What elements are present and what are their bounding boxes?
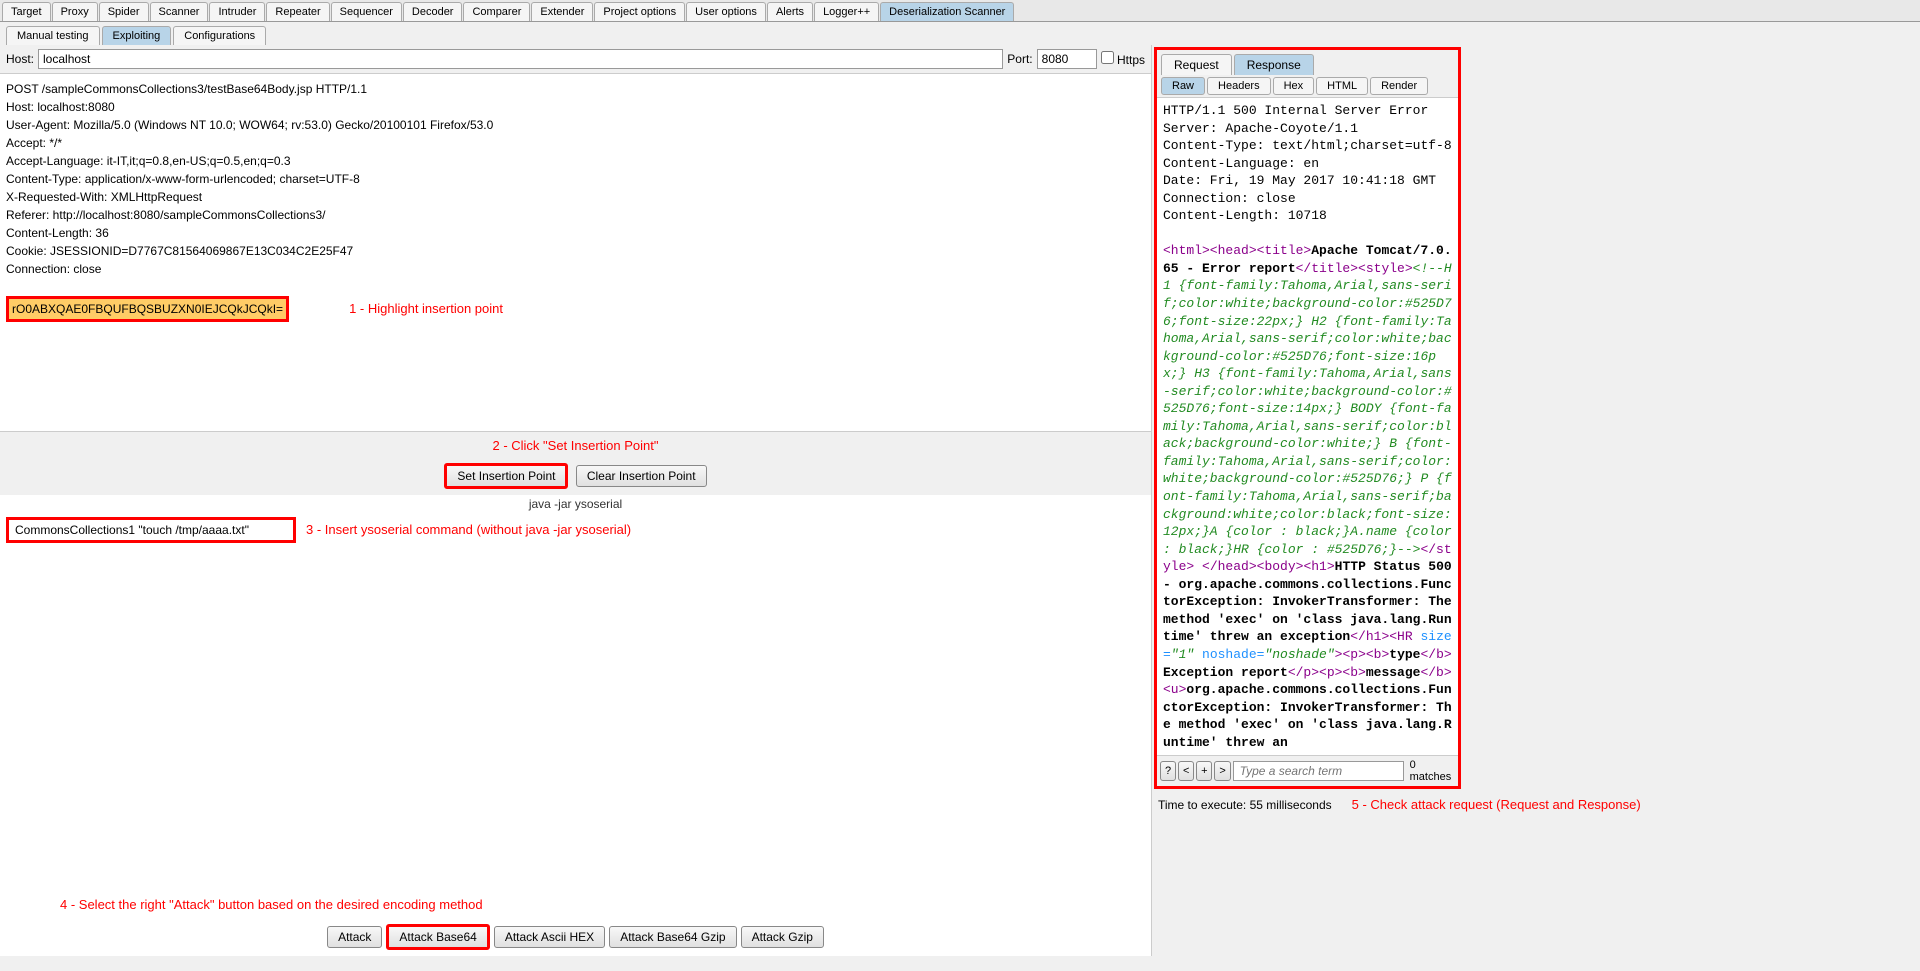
view-tab-headers[interactable]: Headers	[1207, 77, 1271, 95]
annotation-5: 5 - Check attack request (Request and Re…	[1352, 797, 1641, 812]
response-body[interactable]: HTTP/1.1 500 Internal Server Error Serve…	[1157, 98, 1458, 755]
https-checkbox-label[interactable]: Https	[1101, 51, 1145, 67]
search-next-button[interactable]: >	[1214, 761, 1230, 781]
ysoserial-label: java -jar ysoserial	[0, 495, 1151, 513]
search-add-button[interactable]: +	[1196, 761, 1212, 781]
annotation-4: 4 - Select the right "Attack" button bas…	[0, 891, 1151, 918]
view-tabs: RawHeadersHexHTMLRender	[1157, 75, 1458, 98]
main-tab-intruder[interactable]: Intruder	[209, 2, 265, 21]
host-input[interactable]	[38, 49, 1003, 69]
request-response-tabs: RequestResponse	[1157, 50, 1458, 75]
insertion-button-row: 2 - Click "Set Insertion Point" Set Inse…	[0, 431, 1151, 495]
sub-tab-manual-testing[interactable]: Manual testing	[6, 26, 100, 45]
reqres-tab-request[interactable]: Request	[1161, 54, 1232, 75]
sub-tab-bar: Manual testingExploitingConfigurations	[0, 22, 1920, 45]
attack-button-attack-base64[interactable]: Attack Base64	[386, 924, 489, 950]
time-row: Time to execute: 55 milliseconds 5 - Che…	[1152, 791, 1920, 818]
request-editor[interactable]: POST /sampleCommonsCollections3/testBase…	[0, 74, 1151, 431]
insertion-point-payload[interactable]: rO0ABXQAE0FBQUFBQSBUZXN0IEJCQkJCQkI=	[6, 296, 289, 322]
search-prev-button[interactable]: <	[1178, 761, 1194, 781]
left-panel: Host: Port: Https POST /sampleCommonsCol…	[0, 45, 1152, 956]
port-label: Port:	[1007, 52, 1032, 66]
main-tab-bar: TargetProxySpiderScannerIntruderRepeater…	[0, 0, 1920, 22]
main-tab-decoder[interactable]: Decoder	[403, 2, 463, 21]
view-tab-raw[interactable]: Raw	[1161, 77, 1205, 95]
host-label: Host:	[6, 52, 34, 66]
port-input[interactable]	[1037, 49, 1097, 69]
command-row: 3 - Insert ysoserial command (without ja…	[0, 513, 1151, 547]
view-tab-render[interactable]: Render	[1370, 77, 1428, 95]
main-tab-target[interactable]: Target	[2, 2, 51, 21]
main-tab-proxy[interactable]: Proxy	[52, 2, 98, 21]
matches-count: 0 matches	[1406, 759, 1456, 783]
search-input[interactable]	[1233, 761, 1404, 781]
main-tab-alerts[interactable]: Alerts	[767, 2, 813, 21]
main-tab-scanner[interactable]: Scanner	[150, 2, 209, 21]
main-tab-extender[interactable]: Extender	[531, 2, 593, 21]
ysoserial-command-input[interactable]	[6, 517, 296, 543]
main-tab-logger-[interactable]: Logger++	[814, 2, 879, 21]
set-insertion-point-button[interactable]: Set Insertion Point	[444, 463, 568, 489]
annotation-2: 2 - Click "Set Insertion Point"	[6, 438, 1145, 453]
annotation-3: 3 - Insert ysoserial command (without ja…	[306, 522, 631, 537]
sub-tab-exploiting[interactable]: Exploiting	[102, 26, 172, 45]
reqres-tab-response[interactable]: Response	[1234, 54, 1314, 75]
clear-insertion-point-button[interactable]: Clear Insertion Point	[576, 465, 707, 487]
host-row: Host: Port: Https	[0, 45, 1151, 74]
search-help-button[interactable]: ?	[1160, 761, 1176, 781]
attack-button-row: AttackAttack Base64Attack Ascii HEXAttac…	[0, 918, 1151, 956]
attack-button-attack-ascii-hex[interactable]: Attack Ascii HEX	[494, 926, 605, 948]
attack-button-attack-gzip[interactable]: Attack Gzip	[741, 926, 824, 948]
attack-button-attack[interactable]: Attack	[327, 926, 382, 948]
attack-button-attack-base64-gzip[interactable]: Attack Base64 Gzip	[609, 926, 736, 948]
main-tab-sequencer[interactable]: Sequencer	[331, 2, 402, 21]
main-tab-spider[interactable]: Spider	[99, 2, 149, 21]
main-tab-project-options[interactable]: Project options	[594, 2, 685, 21]
main-tab-repeater[interactable]: Repeater	[266, 2, 329, 21]
annotation-1: 1 - Highlight insertion point	[349, 301, 503, 316]
view-tab-html[interactable]: HTML	[1316, 77, 1368, 95]
main-tab-deserialization-scanner[interactable]: Deserialization Scanner	[880, 2, 1014, 21]
view-tab-hex[interactable]: Hex	[1273, 77, 1315, 95]
sub-tab-configurations[interactable]: Configurations	[173, 26, 266, 45]
main-tab-user-options[interactable]: User options	[686, 2, 766, 21]
https-checkbox[interactable]	[1101, 51, 1114, 64]
search-bar: ? < + > 0 matches	[1157, 755, 1458, 786]
time-to-execute: Time to execute: 55 milliseconds	[1158, 798, 1332, 812]
main-tab-comparer[interactable]: Comparer	[463, 2, 530, 21]
right-panel: RequestResponse RawHeadersHexHTMLRender …	[1154, 47, 1461, 789]
